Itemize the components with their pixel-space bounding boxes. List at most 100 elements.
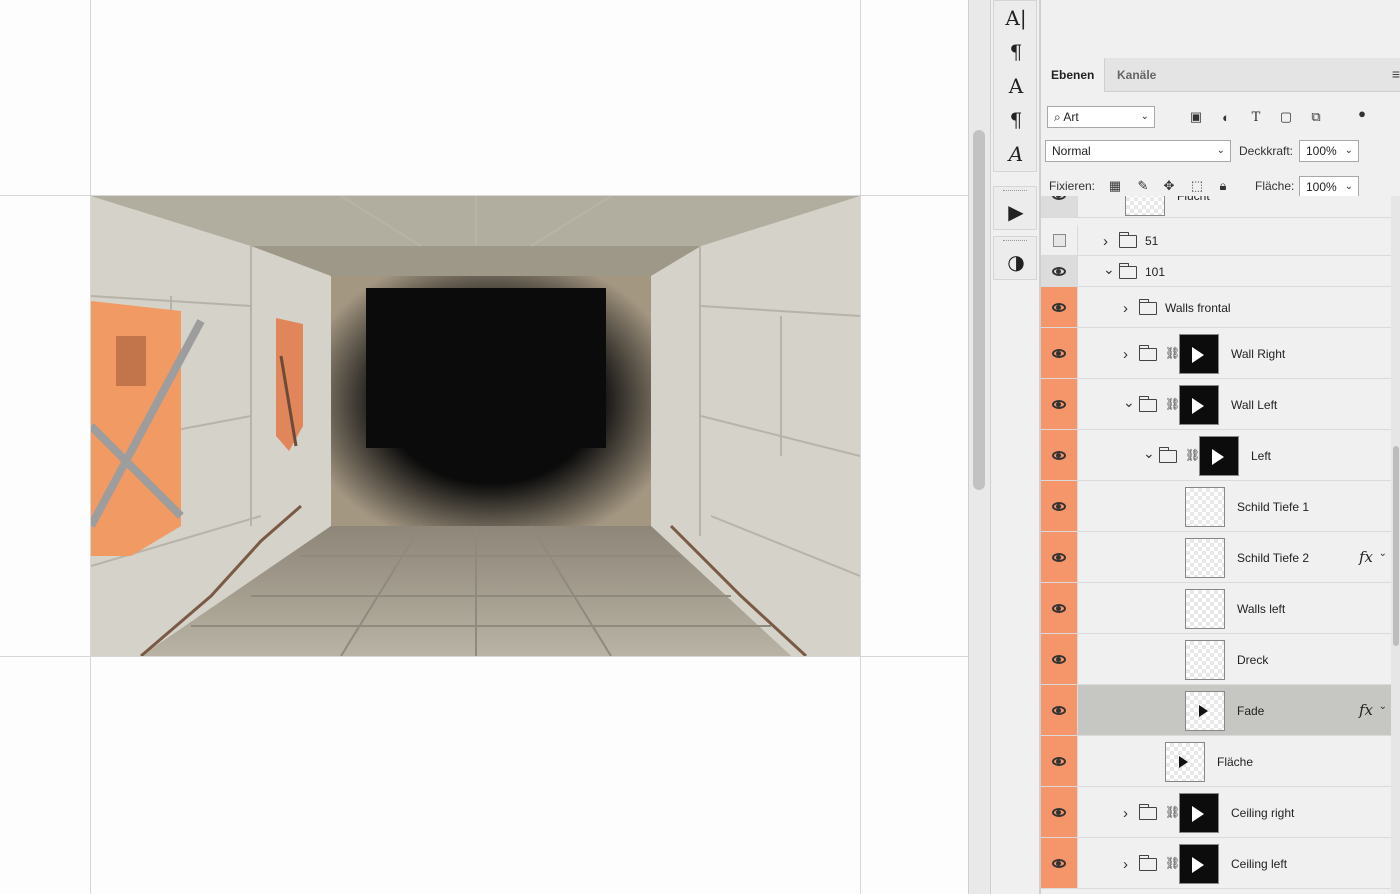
fill-input[interactable]: 100% ⌄	[1299, 176, 1359, 198]
layer-thumbnail[interactable]	[1185, 537, 1225, 578]
chevron-right-icon[interactable]: ›	[1123, 805, 1128, 822]
eye-icon	[1052, 399, 1066, 409]
lock-artboard-icon[interactable]: ⬚	[1187, 176, 1207, 196]
lock-position-move-icon[interactable]: ✥	[1159, 176, 1179, 196]
layer-name: Fläche	[1217, 754, 1254, 769]
visibility-toggle[interactable]	[1041, 736, 1078, 786]
layer-name: Wall Right	[1231, 346, 1286, 361]
visibility-toggle[interactable]	[1041, 634, 1078, 684]
layer-row[interactable]: › ⛓ Ceiling left	[1041, 838, 1391, 889]
chevron-right-icon[interactable]: ›	[1123, 346, 1128, 363]
chevron-right-icon[interactable]: ›	[1103, 233, 1108, 250]
eye-icon	[1052, 654, 1066, 664]
layer-row[interactable]: Schild Tiefe 2 fx ⌄	[1041, 532, 1391, 583]
chevron-right-icon[interactable]: ›	[1123, 300, 1128, 317]
visibility-toggle[interactable]	[1041, 532, 1078, 582]
scrollbar-thumb[interactable]	[973, 130, 985, 490]
layer-row[interactable]: ⌄ ⛓ Left	[1041, 430, 1391, 481]
chevron-down-icon[interactable]: ⌄	[1103, 261, 1115, 278]
scrollbar-thumb[interactable]	[1393, 446, 1399, 646]
layer-row[interactable]: ⌄ ⛓ Wall Left	[1041, 379, 1391, 430]
chevron-down-icon[interactable]: ⌄	[1143, 445, 1155, 462]
lock-transparency-icon[interactable]: ▦	[1105, 176, 1125, 196]
layer-thumbnail[interactable]	[1185, 690, 1225, 731]
paragraph-styles-icon[interactable]: ¶	[994, 103, 1038, 137]
layer-thumbnail[interactable]	[1185, 639, 1225, 680]
visibility-toggle[interactable]	[1041, 196, 1078, 217]
panel-menu-icon[interactable]: ≡	[1392, 66, 1400, 82]
opacity-input[interactable]: 100% ⌄	[1299, 140, 1359, 162]
layer-row[interactable]: › 51	[1041, 225, 1391, 256]
layer-mask-thumbnail[interactable]	[1179, 333, 1219, 374]
text-tool-icon[interactable]: A|	[994, 1, 1038, 35]
layer-row[interactable]: Walls left	[1041, 583, 1391, 634]
smart-object-filter-icon[interactable]: ⧉	[1306, 107, 1326, 127]
glyphs-icon[interactable]: A	[994, 137, 1038, 171]
layer-row[interactable]: › ⛓ Wall Right	[1041, 328, 1391, 379]
blend-mode-select[interactable]: Normal ⌄	[1045, 140, 1231, 162]
visibility-toggle[interactable]	[1041, 256, 1078, 286]
layer-row[interactable]: › Walls frontal	[1041, 287, 1391, 328]
filter-kind-value: Art	[1063, 110, 1079, 124]
visibility-toggle[interactable]	[1041, 225, 1078, 255]
guide-horizontal	[0, 656, 968, 657]
layer-row[interactable]: Flucht	[1041, 196, 1391, 218]
visibility-toggle[interactable]	[1041, 287, 1078, 327]
play-icon[interactable]: ▶	[994, 195, 1038, 229]
link-icon[interactable]: ⛓	[1165, 397, 1180, 411]
layer-row[interactable]: Fade fx ⌄	[1041, 685, 1391, 736]
layer-mask-thumbnail[interactable]	[1179, 843, 1219, 884]
visibility-toggle[interactable]	[1041, 685, 1078, 735]
layer-mask-thumbnail[interactable]	[1179, 384, 1219, 425]
visibility-toggle[interactable]	[1041, 787, 1078, 837]
chevron-right-icon[interactable]: ›	[1123, 856, 1128, 873]
document-canvas[interactable]	[0, 0, 968, 894]
paragraph-icon[interactable]: ¶	[994, 35, 1038, 69]
tab-ebenen[interactable]: Ebenen	[1041, 58, 1106, 92]
shape-filter-icon[interactable]: ▢	[1276, 107, 1296, 127]
layer-row[interactable]: › ⛓ Ceiling right	[1041, 787, 1391, 838]
layer-row[interactable]: Schild Tiefe 1	[1041, 481, 1391, 532]
filter-toggle-icon[interactable]: ●	[1352, 103, 1372, 123]
link-icon[interactable]: ⛓	[1165, 805, 1180, 819]
visibility-toggle[interactable]	[1041, 583, 1078, 633]
visibility-toggle[interactable]	[1041, 481, 1078, 531]
layer-filter-select[interactable]: ⌕ Art ⌄	[1047, 106, 1155, 128]
link-icon[interactable]: ⛓	[1185, 448, 1200, 462]
chevron-down-icon[interactable]: ⌄	[1379, 548, 1387, 559]
link-icon[interactable]: ⛓	[1165, 856, 1180, 870]
lock-all-icon[interactable]: 🔒︎	[1213, 176, 1233, 196]
layer-mask-thumbnail[interactable]	[1199, 435, 1239, 476]
chevron-down-icon[interactable]: ⌄	[1379, 701, 1387, 712]
lock-pixels-brush-icon[interactable]: ✎	[1133, 176, 1153, 196]
dungeon-corridor-artwork[interactable]	[91, 196, 860, 656]
character-styles-icon[interactable]: A	[994, 69, 1038, 103]
eye-icon	[1052, 501, 1066, 511]
layer-thumbnail[interactable]	[1165, 741, 1205, 782]
visibility-toggle[interactable]	[1041, 430, 1078, 480]
layer-row[interactable]: Fläche	[1041, 736, 1391, 787]
canvas-scrollbar[interactable]	[968, 0, 990, 894]
layer-thumbnail[interactable]	[1185, 588, 1225, 629]
adjustments-icon[interactable]: ◑	[994, 245, 1038, 279]
layer-thumbnail[interactable]	[1185, 486, 1225, 527]
type-tools-group: A| ¶ A ¶ A	[993, 0, 1037, 172]
layer-thumbnail[interactable]	[1125, 196, 1165, 216]
folder-icon	[1138, 803, 1157, 820]
layer-row[interactable]: Dreck	[1041, 634, 1391, 685]
layer-mask-thumbnail[interactable]	[1179, 792, 1219, 833]
layer-row[interactable]: ⌄ 101	[1041, 256, 1391, 287]
chevron-down-icon[interactable]: ⌄	[1123, 394, 1135, 411]
layers-scrollbar[interactable]	[1391, 196, 1400, 894]
visibility-toggle[interactable]	[1041, 328, 1078, 378]
eye-icon	[1052, 858, 1066, 868]
layer-effects-icon[interactable]: fx	[1359, 701, 1373, 719]
tab-kanaele[interactable]: Kanäle	[1107, 58, 1166, 92]
pixel-filter-icon[interactable]: ▣	[1186, 107, 1206, 127]
visibility-toggle[interactable]	[1041, 379, 1078, 429]
layer-effects-icon[interactable]: fx	[1359, 548, 1373, 566]
link-icon[interactable]: ⛓	[1165, 346, 1180, 360]
adjustment-filter-icon[interactable]: ◐	[1216, 107, 1236, 127]
visibility-toggle[interactable]	[1041, 838, 1078, 888]
type-filter-icon[interactable]: T	[1246, 107, 1266, 127]
